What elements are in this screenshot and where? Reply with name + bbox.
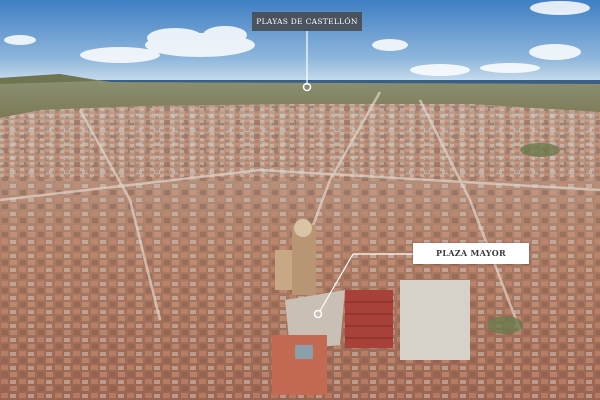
plaza-mayor-callout-label: PLAZA MAYOR: [413, 243, 529, 264]
aerial-map-view: PLAYAS DE CASTELLÓN PLAZA MAYOR: [0, 0, 600, 400]
aerial-city-image: [0, 0, 600, 400]
beach-callout-label: PLAYAS DE CASTELLÓN: [252, 12, 362, 31]
